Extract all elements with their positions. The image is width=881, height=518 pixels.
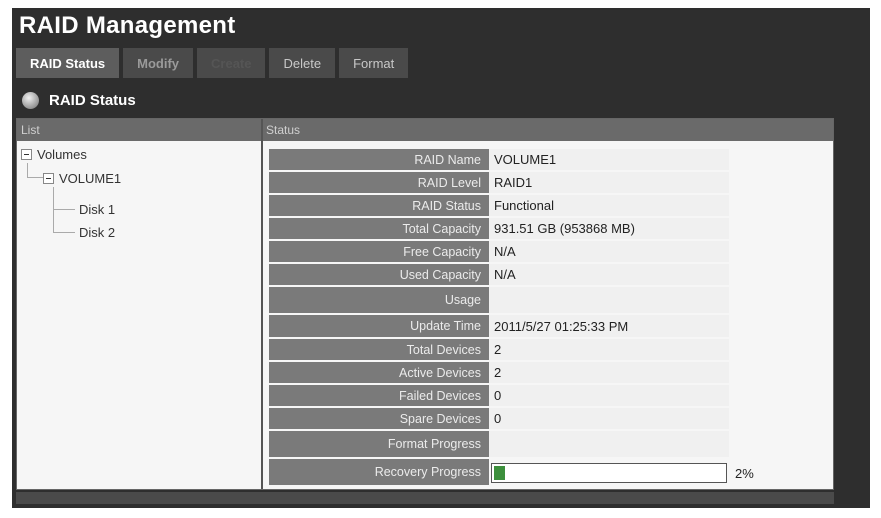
status-row-raid-status: RAID Status Functional [269,195,729,218]
status-value-update-time: 2011/5/27 01:25:33 PM [489,315,729,339]
status-label: Format Progress [269,431,489,459]
recovery-progress-container: 2% [489,459,754,487]
section-title: RAID Status [49,91,136,109]
status-row-total-devices: Total Devices 2 [269,339,729,362]
status-value-free-capacity: N/A [489,241,729,264]
status-label: Used Capacity [269,264,489,287]
status-row-raid-name: RAID Name VOLUME1 [269,149,729,172]
status-row-failed-devices: Failed Devices 0 [269,385,729,408]
status-value-total-capacity: 931.51 GB (953868 MB) [489,218,729,241]
tree-label-disk-1: Disk 1 [79,201,116,217]
status-label: Active Devices [269,362,489,385]
status-row-active-devices: Active Devices 2 [269,362,729,385]
status-row-format-progress: Format Progress [269,431,729,459]
raid-management-window: RAID Management RAID Status Modify Creat… [12,8,870,508]
status-label: Usage [269,287,489,315]
tab-delete[interactable]: Delete [269,48,336,78]
tree-connector [27,163,28,177]
status-label: RAID Status [269,195,489,218]
status-row-recovery-progress: Recovery Progress 2% [269,459,754,487]
app-title: RAID Management [19,12,236,39]
status-value-raid-level: RAID1 [489,172,729,195]
column-divider [261,119,263,489]
status-value-spare-devices: 0 [489,408,729,431]
status-value-total-devices: 2 [489,339,729,362]
raid-panel: List Status Volumes VOLUME1 Disk 1 Disk … [16,118,834,490]
status-value-raid-name: VOLUME1 [489,149,729,172]
status-value-failed-devices: 0 [489,385,729,408]
tab-raid-status[interactable]: RAID Status [16,48,120,78]
section-header: RAID Status [16,86,834,114]
tree-connector [53,187,54,233]
status-value-used-capacity: N/A [489,264,729,287]
status-value-active-devices: 2 [489,362,729,385]
recovery-progress-percent: 2% [735,465,754,481]
status-row-usage: Usage [269,287,729,315]
tree-label-disk-2: Disk 2 [79,224,116,240]
tree-connector [53,232,75,233]
status-value-raid-status: Functional [489,195,729,218]
tab-format[interactable]: Format [339,48,409,78]
status-label: Failed Devices [269,385,489,408]
status-row-spare-devices: Spare Devices 0 [269,408,729,431]
status-row-total-capacity: Total Capacity 931.51 GB (953868 MB) [269,218,729,241]
tree-node-disk-2[interactable]: Disk 2 [79,223,115,241]
tree-connector [53,209,75,210]
status-label: Total Devices [269,339,489,362]
status-label: Spare Devices [269,408,489,431]
status-label: Total Capacity [269,218,489,241]
status-value-usage [489,287,729,315]
tab-modify[interactable]: Modify [123,48,194,78]
collapse-icon[interactable] [43,172,54,184]
status-label: Update Time [269,315,489,339]
volume-tree: Volumes VOLUME1 Disk 1 Disk 2 [17,141,261,489]
recovery-progress-bar [491,463,727,483]
status-row-free-capacity: Free Capacity N/A [269,241,729,264]
tree-node-volume1[interactable]: VOLUME1 [43,169,121,187]
tree-node-volumes[interactable]: Volumes [21,145,87,163]
status-row-used-capacity: Used Capacity N/A [269,264,729,287]
tab-create[interactable]: Create [197,48,266,78]
collapse-icon[interactable] [21,148,32,160]
status-label: RAID Level [269,172,489,195]
status-column-header: Status [262,119,833,141]
disc-icon [22,91,39,109]
tree-label-volumes: Volumes [37,146,87,162]
status-row-update-time: Update Time 2011/5/27 01:25:33 PM [269,315,729,339]
status-row-raid-level: RAID Level RAID1 [269,172,729,195]
status-label: Recovery Progress [269,459,489,487]
tab-bar: RAID Status Modify Create Delete Format [16,48,412,78]
bottom-bar [16,492,834,504]
status-label: RAID Name [269,149,489,172]
status-label: Free Capacity [269,241,489,264]
tree-node-disk-1[interactable]: Disk 1 [79,200,115,218]
recovery-progress-fill [494,466,505,480]
list-column-header: List [17,119,261,141]
tree-label-volume1: VOLUME1 [59,170,122,186]
status-value-format-progress [489,431,729,459]
